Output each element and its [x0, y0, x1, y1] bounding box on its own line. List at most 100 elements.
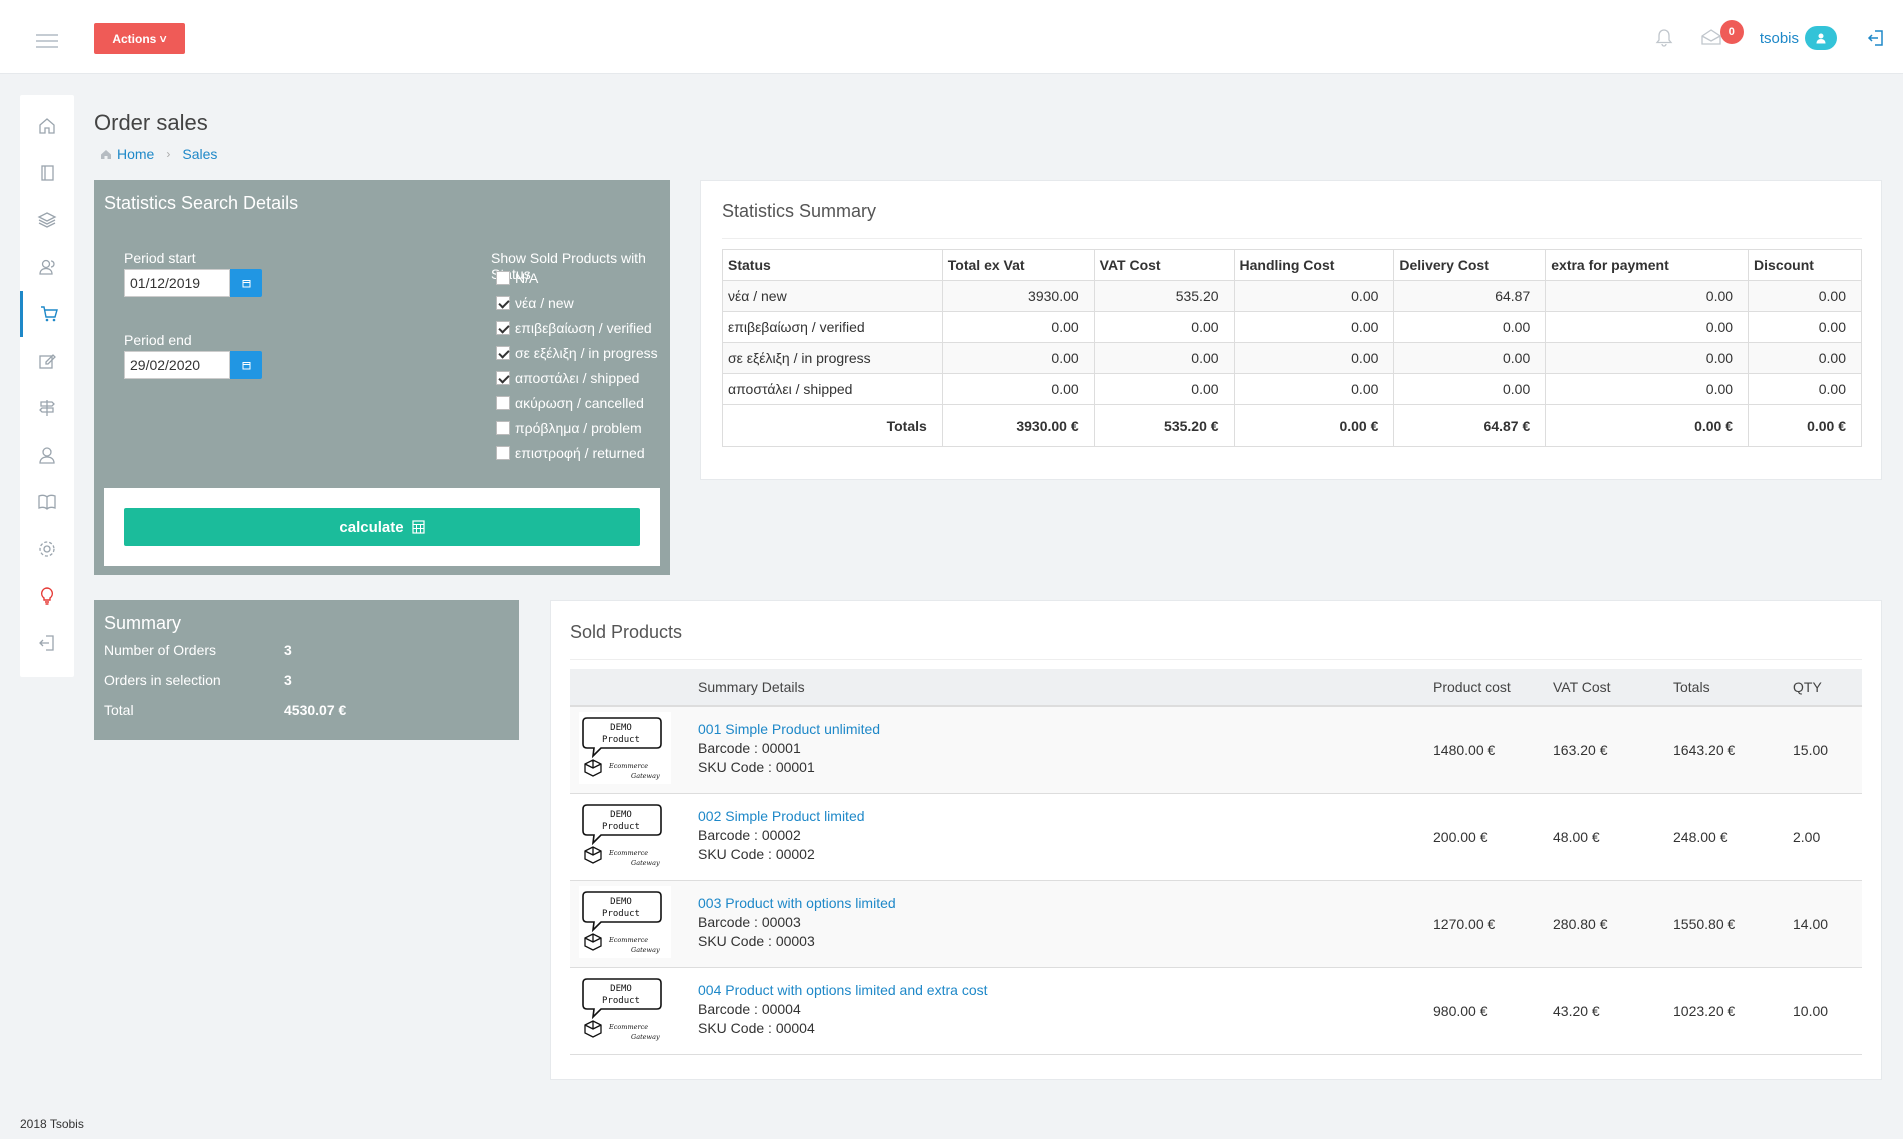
checkbox[interactable] — [496, 446, 510, 460]
status-checkbox-in-progress[interactable]: σε εξέλιξη / in progress — [496, 345, 658, 361]
svg-text:DEMO: DEMO — [610, 984, 632, 994]
logout-icon[interactable] — [1867, 29, 1885, 47]
divider — [722, 238, 1862, 239]
column-header: Discount — [1748, 249, 1862, 281]
summary-row-total: Total 4530.07 € — [104, 702, 347, 718]
cart-icon — [40, 306, 58, 322]
products-header-row: Summary Details Product cost VAT Cost To… — [570, 669, 1862, 707]
lightbulb-icon — [40, 587, 54, 605]
product-qty: 15.00 — [1793, 706, 1862, 794]
product-thumbnail[interactable]: DEMO Product Ecommerce Gateway — [579, 886, 671, 958]
username-link[interactable]: tsobis — [1760, 30, 1799, 47]
sidebar-item-book[interactable] — [20, 150, 74, 196]
top-right-controls: 0 tsobis — [1654, 20, 1885, 54]
table-row: σε εξέλιξη / in progress 0.00 0.00 0.00 … — [722, 342, 1862, 374]
product-barcode: Barcode : 00004 — [698, 1001, 801, 1017]
checkbox[interactable] — [496, 321, 510, 335]
svg-text:Product: Product — [602, 735, 640, 745]
column-header: Summary Details — [698, 669, 1433, 707]
product-name-link[interactable]: 002 Simple Product limited — [698, 808, 1433, 824]
status-checkbox-new[interactable]: νέα / new — [496, 295, 574, 311]
column-header: Product cost — [1433, 669, 1553, 707]
checkbox[interactable] — [496, 371, 510, 385]
period-end-label: Period end — [124, 332, 192, 348]
svg-text:Product: Product — [602, 909, 640, 919]
sidebar-item-edit[interactable] — [20, 338, 74, 384]
product-sku: SKU Code : 00001 — [698, 759, 815, 776]
sidebar-item-ideas[interactable] — [20, 573, 74, 619]
column-header: QTY — [1793, 669, 1862, 707]
sidebar-item-logout[interactable] — [20, 620, 74, 666]
product-name-link[interactable]: 003 Product with options limited — [698, 895, 1433, 911]
svg-text:Gateway: Gateway — [631, 859, 660, 867]
status-checkbox-na[interactable]: N/A — [496, 270, 538, 286]
product-thumbnail[interactable]: DEMO Product Ecommerce Gateway — [579, 973, 671, 1045]
breadcrumb: Home › Sales — [100, 146, 217, 162]
table-row: DEMO Product Ecommerce Gateway 004 Product w… — [570, 967, 1862, 1055]
mail-notification[interactable]: 0 — [1700, 20, 1744, 48]
sidebar-item-settings[interactable] — [20, 526, 74, 572]
checkbox[interactable] — [496, 396, 510, 410]
svg-text:Gateway: Gateway — [631, 772, 660, 780]
search-panel-heading: Statistics Search Details — [104, 193, 299, 213]
sidebar-item-user[interactable] — [20, 432, 74, 478]
checkbox[interactable] — [496, 296, 510, 310]
period-end-input[interactable] — [124, 351, 230, 379]
top-bar: Actions ˅ 0 tsobis — [0, 0, 1903, 74]
status-checkbox-shipped[interactable]: αποστάλει / shipped — [496, 370, 639, 386]
product-qty: 14.00 — [1793, 880, 1862, 968]
column-header: extra for payment — [1545, 249, 1750, 281]
table-row: DEMO Product Ecommerce Gateway 003 Product w… — [570, 880, 1862, 968]
period-start-label: Period start — [124, 250, 196, 266]
statistics-search-panel: Statistics Search Details Period start P… — [94, 180, 670, 575]
sidebar-item-cart[interactable] — [20, 291, 74, 337]
hamburger-menu-icon[interactable] — [36, 34, 58, 48]
svg-text:Product: Product — [602, 822, 640, 832]
svg-text:DEMO: DEMO — [610, 897, 632, 907]
checkbox[interactable] — [496, 421, 510, 435]
product-barcode: Barcode : 00001 — [698, 740, 801, 757]
svg-text:Ecommerce: Ecommerce — [608, 1023, 648, 1031]
user-avatar-icon[interactable] — [1805, 26, 1837, 50]
sidebar-item-book-open[interactable] — [20, 479, 74, 525]
home-icon — [39, 118, 55, 134]
breadcrumb-sales[interactable]: Sales — [182, 146, 217, 162]
page-title: Order sales — [94, 110, 208, 135]
status-checkbox-returned[interactable]: επιστροφή / returned — [496, 445, 645, 461]
table-row: DEMO Product Ecommerce Gateway 001 Simple Pr… — [570, 706, 1862, 794]
period-end-calendar-button[interactable] — [230, 351, 262, 379]
column-header: Status — [722, 249, 943, 281]
actions-button[interactable]: Actions ˅ — [94, 23, 185, 54]
table-row: νέα / new 3930.00 535.20 0.00 64.87 0.00… — [722, 280, 1862, 312]
status-checkbox-cancelled[interactable]: ακύρωση / cancelled — [496, 395, 644, 411]
sidebar-item-users[interactable] — [20, 244, 74, 290]
product-thumbnail[interactable]: DEMO Product Ecommerce Gateway — [579, 712, 671, 785]
bell-icon[interactable] — [1654, 28, 1674, 48]
summary-row-orders: Number of Orders 3 — [104, 642, 292, 658]
checkbox[interactable] — [496, 271, 510, 285]
sidebar-item-signpost[interactable] — [20, 385, 74, 431]
period-start-input[interactable] — [124, 269, 230, 297]
product-thumbnail[interactable]: DEMO Product Ecommerce Gateway — [579, 799, 671, 871]
product-cost: 1480.00 € — [1433, 706, 1553, 794]
mail-icon — [1701, 29, 1721, 45]
sidebar-item-home[interactable] — [20, 103, 74, 149]
summary-title: Summary — [104, 613, 182, 633]
period-start-calendar-button[interactable] — [230, 269, 262, 297]
svg-text:Ecommerce: Ecommerce — [608, 936, 648, 944]
table-row: επιβεβαίωση / verified 0.00 0.00 0.00 0.… — [722, 311, 1862, 343]
users-icon — [39, 259, 55, 275]
product-name-link[interactable]: 001 Simple Product unlimited — [698, 721, 1433, 737]
status-checkbox-problem[interactable]: πρόβλημα / problem — [496, 420, 642, 436]
stats-header-row: Status Total ex Vat VAT Cost Handling Co… — [722, 249, 1862, 281]
products-heading: Sold Products — [570, 622, 683, 642]
status-checkbox-verified[interactable]: επιβεβαίωση / verified — [496, 320, 652, 336]
column-header: Delivery Cost — [1393, 249, 1547, 281]
logout-icon — [39, 635, 54, 651]
calculate-button[interactable]: calculate — [124, 508, 640, 546]
breadcrumb-home[interactable]: Home — [117, 146, 154, 162]
checkbox[interactable] — [496, 346, 510, 360]
product-name-link[interactable]: 004 Product with options limited and ext… — [698, 982, 1433, 998]
mail-count-badge: 0 — [1719, 20, 1744, 44]
sidebar-item-layers[interactable] — [20, 197, 74, 243]
